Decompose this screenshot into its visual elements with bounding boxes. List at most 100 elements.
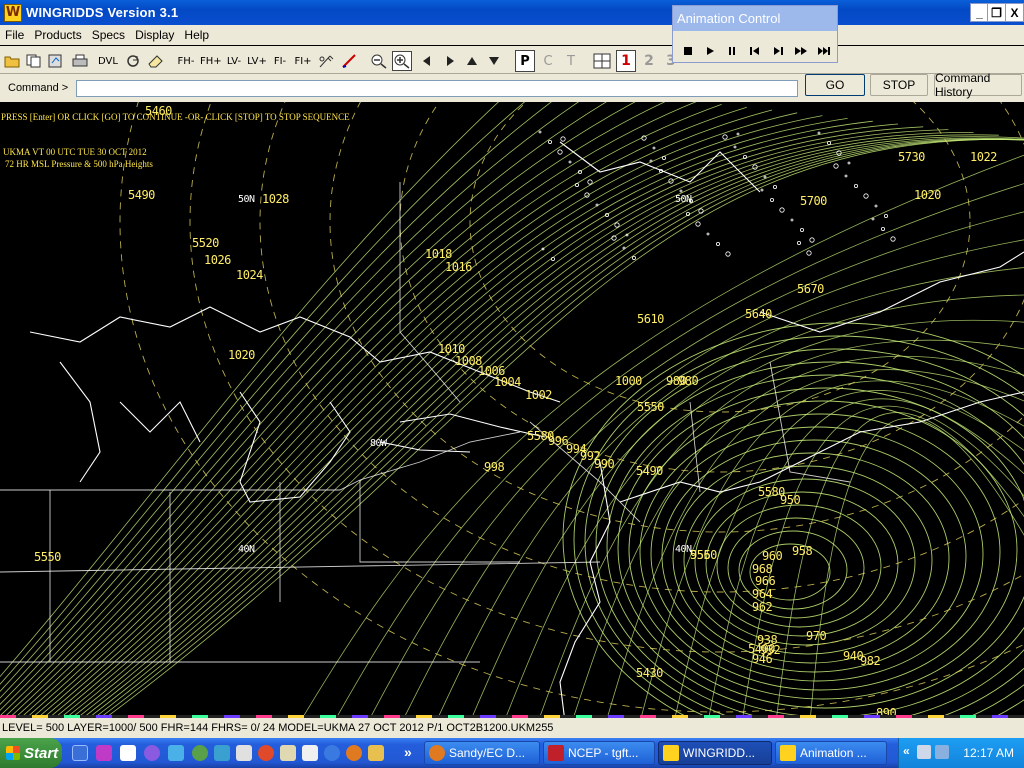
island [779,207,785,213]
status-bar: LEVEL= 500 LAYER=1000/ 500 FHR=144 FHRS=… [0,718,1024,738]
island [833,163,839,169]
task-animation[interactable]: Animation ... [775,741,887,765]
island [733,145,737,149]
paint-icon[interactable] [236,745,252,761]
network-icon[interactable] [168,745,184,761]
wind-barb-icon[interactable] [316,50,336,72]
menu-products[interactable]: Products [29,28,86,42]
quicklaunch-overflow-icon[interactable]: » [404,744,412,760]
wingridds-icon [780,745,796,761]
search-icon[interactable] [214,745,230,761]
contour-label: 998 [484,460,505,474]
pan-up-icon[interactable] [462,50,482,72]
pause-icon[interactable] [723,42,741,60]
latitude-label: 40N [675,544,692,555]
open-folder-icon[interactable] [2,50,22,72]
weather-map[interactable]: PRESS [Enter] OR CLICK [GO] TO CONTINUE … [0,102,1024,720]
media-icon[interactable] [144,745,160,761]
island [538,130,542,134]
contour-label: 1016 [445,260,472,274]
contour-label: 932 [760,643,781,657]
grid-icon[interactable] [592,50,612,72]
draw-line-icon[interactable] [339,50,359,72]
fi-plus-button[interactable]: FI+ [293,50,313,72]
firefox-icon[interactable] [346,745,362,761]
height-dashed-contour [329,102,1024,533]
calculator-icon[interactable] [280,745,296,761]
play-icon[interactable] [701,42,719,60]
zoom-in-icon[interactable] [392,51,412,71]
lv-minus-button[interactable]: LV- [224,50,244,72]
c-button[interactable]: C [538,50,558,72]
tray-expand-icon[interactable]: « [903,744,910,758]
notepad-icon[interactable] [120,745,136,761]
pressure-isobar [573,335,1024,718]
fast-forward-icon[interactable] [792,42,810,60]
title-bar[interactable]: W WINGRIDDS Version 3.1 _ ❐ X [0,0,1024,25]
lv-plus-button[interactable]: LV+ [247,50,267,72]
network-tray-icon[interactable] [917,745,931,759]
menu-file[interactable]: File [0,28,29,42]
menu-display[interactable]: Display [130,28,179,42]
quicklaunch-icon[interactable] [96,745,112,761]
contour-label: 1002 [525,388,552,402]
print-icon[interactable] [70,50,90,72]
island [587,179,593,185]
animation-control-title[interactable]: Animation Control [673,6,837,31]
panel-1-button[interactable]: 1 [616,50,636,72]
island [800,228,805,233]
restore-button[interactable]: ❐ [987,3,1006,22]
pan-right-icon[interactable] [440,50,460,72]
command-history-button[interactable]: Command History [934,71,1022,99]
command-input[interactable] [76,80,798,97]
globe-icon[interactable] [192,745,208,761]
document-icon[interactable] [302,745,318,761]
stop-icon[interactable] [679,42,697,60]
close-button[interactable]: X [1005,3,1024,22]
start-button[interactable]: Start [0,738,62,768]
show-desktop-icon[interactable] [72,745,88,761]
chrome-icon[interactable] [258,745,274,761]
p-button[interactable]: P [515,50,535,72]
menu-help[interactable]: Help [179,28,214,42]
next-frame-icon[interactable] [769,42,787,60]
contour-label: 980 [666,374,687,388]
last-frame-icon[interactable] [815,42,833,60]
fi-minus-button[interactable]: FI- [270,50,290,72]
contour-label: 970 [806,629,827,643]
island [706,232,710,236]
folder-icon[interactable] [368,745,384,761]
menu-specs[interactable]: Specs [87,28,130,42]
pan-down-icon[interactable] [484,50,504,72]
refresh-icon[interactable] [123,50,143,72]
boundary-line [49,480,520,662]
stop-button[interactable]: STOP [870,74,928,96]
task-sandy[interactable]: Sandy/EC D... [424,741,540,765]
eraser-icon[interactable] [146,50,166,72]
pan-left-icon[interactable] [417,50,437,72]
island [632,255,637,260]
internet-explorer-icon[interactable] [324,745,340,761]
go-button[interactable]: GO [805,74,865,96]
task-wingridds[interactable]: WINGRIDD... [658,741,772,765]
island [760,188,764,192]
panel-2-button[interactable]: 2 [639,50,659,72]
contour-label: 990 [594,457,615,471]
command-label: Command > [8,82,69,94]
clock[interactable]: 12:17 AM [963,746,1014,760]
monitor-tray-icon[interactable] [935,745,949,759]
dvl-button[interactable]: DVL [98,50,118,72]
contour-label: 5610 [637,312,664,326]
first-frame-icon[interactable] [746,42,764,60]
contour-label: 1004 [494,375,521,389]
task-ncep[interactable]: NCEP - tgft... [543,741,655,765]
fh-plus-button[interactable]: FH+ [200,50,222,72]
properties-icon[interactable] [46,50,66,72]
zoom-out-icon[interactable] [369,50,389,72]
fh-minus-button[interactable]: FH- [176,50,196,72]
t-button[interactable]: T [561,50,581,72]
contour-label: 5520 [192,236,219,250]
contour-label: 1024 [236,268,263,282]
boundary-line [0,431,521,491]
copy-icon[interactable] [24,50,44,72]
